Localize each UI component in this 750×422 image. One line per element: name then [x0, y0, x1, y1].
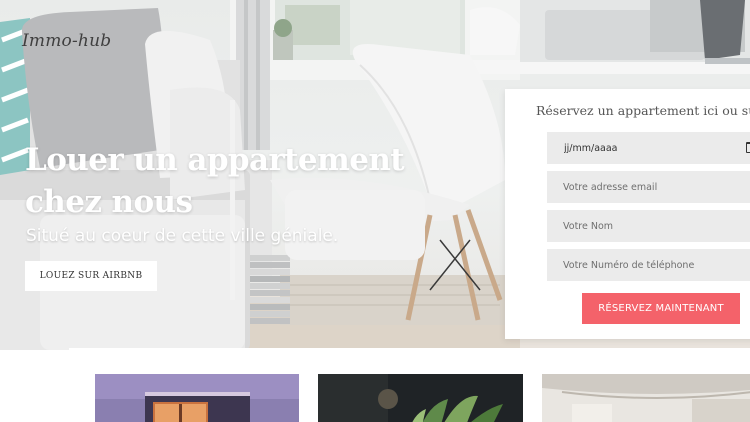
hero-headline: Louer un appartement chez nous — [25, 139, 405, 223]
listing-card-2[interactable] — [318, 374, 523, 422]
booking-title-text: Réservez un appartement ici ou sur — [536, 103, 750, 118]
booking-panel: Réservez un appartement ici ou sur A RÉS… — [505, 89, 750, 339]
booking-title: Réservez un appartement ici ou sur A — [536, 103, 750, 118]
hero-headline-line-2: chez nous — [25, 184, 193, 220]
listing-card-1[interactable] — [95, 374, 299, 422]
site-logo[interactable]: Immo-hub — [22, 31, 111, 51]
listings-strip — [69, 348, 750, 422]
listing-card-3[interactable] — [542, 374, 750, 422]
hero-headline-line-1: Louer un appartement — [25, 142, 405, 178]
name-field[interactable] — [547, 210, 750, 242]
reserve-now-button[interactable]: RÉSERVEZ MAINTENANT — [582, 293, 740, 324]
modern-house-dusk-photo — [95, 374, 299, 422]
dark-interior-plants-photo — [318, 374, 523, 422]
date-field[interactable] — [547, 132, 750, 164]
phone-field[interactable] — [547, 249, 750, 281]
calendar-icon[interactable] — [746, 142, 750, 153]
hero-subline: Situé au coeur de cette ville géniale. — [26, 226, 339, 246]
rent-on-airbnb-button[interactable]: LOUEZ SUR AIRBNB — [25, 261, 157, 291]
bright-room-ceiling-photo — [542, 374, 750, 422]
email-field[interactable] — [547, 171, 750, 203]
